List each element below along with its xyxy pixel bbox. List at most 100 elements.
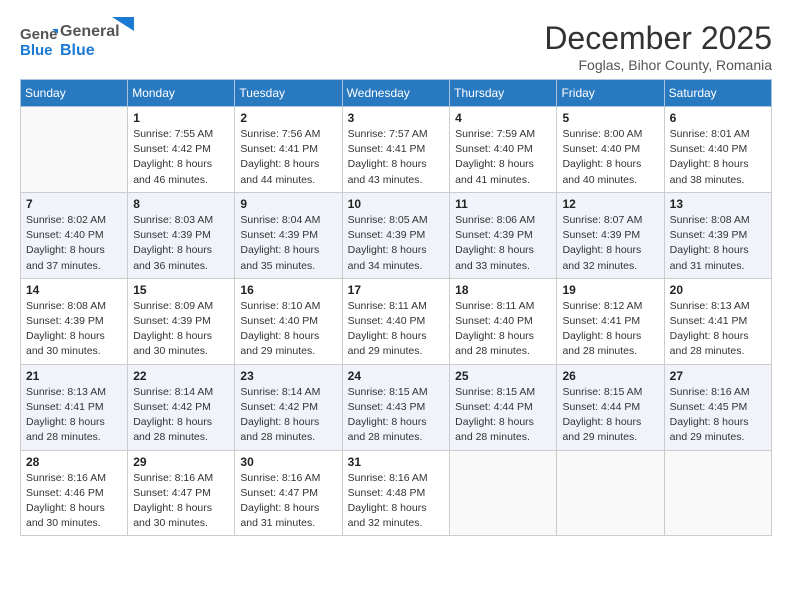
calendar-cell: 13 Sunrise: 8:08 AMSunset: 4:39 PMDayligh… <box>664 192 771 278</box>
page-header: General Blue General Blue December 2025 … <box>20 20 772 73</box>
day-info: Sunrise: 8:11 AMSunset: 4:40 PMDaylight:… <box>348 299 444 360</box>
day-info: Sunrise: 8:05 AMSunset: 4:39 PMDaylight:… <box>348 213 444 274</box>
logo-arrow-icon <box>112 17 134 39</box>
day-info: Sunrise: 8:13 AMSunset: 4:41 PMDaylight:… <box>670 299 766 360</box>
month-title: December 2025 <box>544 20 772 57</box>
calendar-cell: 19Sunrise: 8:12 AMSunset: 4:41 PMDayligh… <box>557 278 664 364</box>
day-number: 14 <box>26 283 122 297</box>
day-of-week-header: Friday <box>557 80 664 107</box>
day-info: Sunrise: 8:08 AMSunset: 4:39 PMDaylight:… <box>26 299 122 360</box>
day-number: 3 <box>348 111 444 125</box>
day-info: Sunrise: 7:56 AMSunset: 4:41 PMDaylight:… <box>240 127 336 188</box>
day-info: Sunrise: 8:15 AMSunset: 4:43 PMDaylight:… <box>348 385 444 446</box>
day-of-week-header: Monday <box>128 80 235 107</box>
day-info: Sunrise: 8:00 AMSunset: 4:40 PMDaylight:… <box>562 127 658 188</box>
day-number: 7 <box>26 197 122 211</box>
day-info: Sunrise: 8:13 AMSunset: 4:41 PMDaylight:… <box>26 385 122 446</box>
day-info: Sunrise: 8:08 AMSunset: 4:39 PMDaylight:… <box>670 213 766 274</box>
calendar-cell: 8Sunrise: 8:03 AMSunset: 4:39 PMDaylight… <box>128 192 235 278</box>
calendar-cell: 4Sunrise: 7:59 AMSunset: 4:40 PMDaylight… <box>450 107 557 193</box>
day-number: 27 <box>670 369 766 383</box>
day-number: 20 <box>670 283 766 297</box>
calendar-week-row: 1 Sunrise: 7:55 AMSunset: 4:42 PMDaylight… <box>21 107 772 193</box>
calendar-cell: 26Sunrise: 8:15 AMSunset: 4:44 PMDayligh… <box>557 364 664 450</box>
calendar-cell: 12Sunrise: 8:07 AMSunset: 4:39 PMDayligh… <box>557 192 664 278</box>
day-number: 25 <box>455 369 551 383</box>
day-info: Sunrise: 8:10 AMSunset: 4:40 PMDaylight:… <box>240 299 336 360</box>
logo: General Blue General Blue <box>20 20 134 60</box>
calendar-cell: 24 Sunrise: 8:15 AMSunset: 4:43 PMDayligh… <box>342 364 449 450</box>
calendar-cell: 9Sunrise: 8:04 AMSunset: 4:39 PMDaylight… <box>235 192 342 278</box>
calendar-cell: 22 Sunrise: 8:14 AMSunset: 4:42 PMDayligh… <box>128 364 235 450</box>
day-number: 13 <box>670 197 766 211</box>
calendar-cell: 14 Sunrise: 8:08 AMSunset: 4:39 PMDayligh… <box>21 278 128 364</box>
day-number: 10 <box>348 197 444 211</box>
day-info: Sunrise: 8:16 AMSunset: 4:46 PMDaylight:… <box>26 471 122 532</box>
day-number: 31 <box>348 455 444 469</box>
day-number: 9 <box>240 197 336 211</box>
day-info: Sunrise: 8:16 AMSunset: 4:48 PMDaylight:… <box>348 471 444 532</box>
day-of-week-header: Wednesday <box>342 80 449 107</box>
svg-text:Blue: Blue <box>20 42 53 59</box>
calendar-header-row: SundayMondayTuesdayWednesdayThursdayFrid… <box>21 80 772 107</box>
calendar-cell: 31 Sunrise: 8:16 AMSunset: 4:48 PMDayligh… <box>342 450 449 536</box>
day-info: Sunrise: 8:15 AMSunset: 4:44 PMDaylight:… <box>455 385 551 446</box>
calendar-cell: 23 Sunrise: 8:14 AMSunset: 4:42 PMDayligh… <box>235 364 342 450</box>
day-info: Sunrise: 8:16 AMSunset: 4:47 PMDaylight:… <box>133 471 229 532</box>
title-section: December 2025 Foglas, Bihor County, Roma… <box>544 20 772 73</box>
day-of-week-header: Tuesday <box>235 80 342 107</box>
calendar-cell: 29 Sunrise: 8:16 AMSunset: 4:47 PMDayligh… <box>128 450 235 536</box>
day-info: Sunrise: 8:16 AMSunset: 4:47 PMDaylight:… <box>240 471 336 532</box>
calendar-week-row: 14 Sunrise: 8:08 AMSunset: 4:39 PMDayligh… <box>21 278 772 364</box>
day-number: 18 <box>455 283 551 297</box>
day-info: Sunrise: 8:14 AMSunset: 4:42 PMDaylight:… <box>133 385 229 446</box>
day-number: 15 <box>133 283 229 297</box>
calendar-cell: 17Sunrise: 8:11 AMSunset: 4:40 PMDayligh… <box>342 278 449 364</box>
calendar-cell: 27 Sunrise: 8:16 AMSunset: 4:45 PMDayligh… <box>664 364 771 450</box>
calendar-cell: 11 Sunrise: 8:06 AMSunset: 4:39 PMDayligh… <box>450 192 557 278</box>
calendar-cell: 3Sunrise: 7:57 AMSunset: 4:41 PMDaylight… <box>342 107 449 193</box>
calendar-cell <box>21 107 128 193</box>
location-subtitle: Foglas, Bihor County, Romania <box>544 57 772 73</box>
calendar-cell: 28 Sunrise: 8:16 AMSunset: 4:46 PMDayligh… <box>21 450 128 536</box>
day-of-week-header: Sunday <box>21 80 128 107</box>
day-number: 22 <box>133 369 229 383</box>
calendar-cell: 15 Sunrise: 8:09 AMSunset: 4:39 PMDayligh… <box>128 278 235 364</box>
day-number: 23 <box>240 369 336 383</box>
calendar-cell: 7 Sunrise: 8:02 AMSunset: 4:40 PMDaylight… <box>21 192 128 278</box>
calendar-week-row: 7 Sunrise: 8:02 AMSunset: 4:40 PMDaylight… <box>21 192 772 278</box>
day-number: 21 <box>26 369 122 383</box>
calendar-cell: 16Sunrise: 8:10 AMSunset: 4:40 PMDayligh… <box>235 278 342 364</box>
day-number: 6 <box>670 111 766 125</box>
calendar-cell: 10 Sunrise: 8:05 AMSunset: 4:39 PMDayligh… <box>342 192 449 278</box>
day-number: 2 <box>240 111 336 125</box>
calendar-week-row: 21 Sunrise: 8:13 AMSunset: 4:41 PMDayligh… <box>21 364 772 450</box>
day-number: 29 <box>133 455 229 469</box>
calendar-cell: 20 Sunrise: 8:13 AMSunset: 4:41 PMDayligh… <box>664 278 771 364</box>
day-number: 12 <box>562 197 658 211</box>
day-info: Sunrise: 8:16 AMSunset: 4:45 PMDaylight:… <box>670 385 766 446</box>
day-info: Sunrise: 7:55 AMSunset: 4:42 PMDaylight:… <box>133 127 229 188</box>
day-info: Sunrise: 8:11 AMSunset: 4:40 PMDaylight:… <box>455 299 551 360</box>
calendar-cell: 21 Sunrise: 8:13 AMSunset: 4:41 PMDayligh… <box>21 364 128 450</box>
day-info: Sunrise: 8:14 AMSunset: 4:42 PMDaylight:… <box>240 385 336 446</box>
day-number: 28 <box>26 455 122 469</box>
day-number: 26 <box>562 369 658 383</box>
calendar-cell: 5 Sunrise: 8:00 AMSunset: 4:40 PMDaylight… <box>557 107 664 193</box>
day-of-week-header: Thursday <box>450 80 557 107</box>
day-info: Sunrise: 8:06 AMSunset: 4:39 PMDaylight:… <box>455 213 551 274</box>
day-number: 1 <box>133 111 229 125</box>
day-number: 30 <box>240 455 336 469</box>
day-number: 11 <box>455 197 551 211</box>
calendar-table: SundayMondayTuesdayWednesdayThursdayFrid… <box>20 79 772 536</box>
calendar-cell: 1 Sunrise: 7:55 AMSunset: 4:42 PMDaylight… <box>128 107 235 193</box>
day-number: 5 <box>562 111 658 125</box>
day-info: Sunrise: 8:02 AMSunset: 4:40 PMDaylight:… <box>26 213 122 274</box>
calendar-cell <box>557 450 664 536</box>
calendar-cell: 30 Sunrise: 8:16 AMSunset: 4:47 PMDayligh… <box>235 450 342 536</box>
calendar-cell <box>450 450 557 536</box>
day-info: Sunrise: 7:59 AMSunset: 4:40 PMDaylight:… <box>455 127 551 188</box>
day-number: 24 <box>348 369 444 383</box>
day-info: Sunrise: 8:09 AMSunset: 4:39 PMDaylight:… <box>133 299 229 360</box>
calendar-cell: 2 Sunrise: 7:56 AMSunset: 4:41 PMDaylight… <box>235 107 342 193</box>
